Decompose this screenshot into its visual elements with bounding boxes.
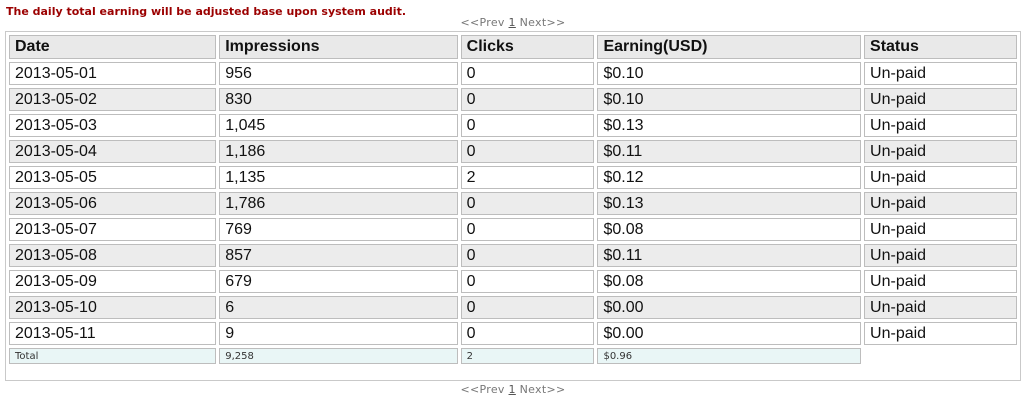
cell-clicks: 0 [460,270,595,293]
table-row: 2013-05-06 1,786 0 $0.13 Un-paid [9,192,1017,215]
cell-earning: $0.13 [597,192,862,215]
column-header-status: Status [864,35,1017,59]
cell-clicks: 0 [460,244,595,267]
cell-clicks: 2 [460,166,595,189]
prev-page-link[interactable]: <<Prev [461,383,505,396]
cell-clicks: 0 [460,88,595,111]
cell-impressions: 1,186 [219,140,458,163]
cell-date: 2013-05-04 [9,140,217,163]
cell-clicks: 0 [460,140,595,163]
cell-status: Un-paid [864,296,1017,319]
cell-earning: $0.08 [597,218,862,241]
cell-status: Un-paid [864,114,1017,137]
cell-clicks: 0 [460,322,595,345]
total-status-empty [864,348,1017,364]
cell-date: 2013-05-09 [9,270,217,293]
column-header-earning: Earning(USD) [597,35,862,59]
cell-date: 2013-05-07 [9,218,217,241]
cell-earning: $0.11 [597,244,862,267]
table-row: 2013-05-04 1,186 0 $0.11 Un-paid [9,140,1017,163]
cell-clicks: 0 [460,192,595,215]
cell-earning: $0.08 [597,270,862,293]
cell-status: Un-paid [864,244,1017,267]
total-clicks: 2 [460,348,595,364]
cell-impressions: 679 [219,270,458,293]
cell-impressions: 6 [219,296,458,319]
cell-earning: $0.10 [597,88,862,111]
pager-top: <<Prev 1 Next>> [0,16,1026,29]
cell-earning: $0.00 [597,322,862,345]
earnings-table-container: Date Impressions Clicks Earning(USD) Sta… [5,31,1021,381]
cell-status: Un-paid [864,270,1017,293]
cell-date: 2013-05-02 [9,88,217,111]
cell-status: Un-paid [864,166,1017,189]
page-number-link[interactable]: 1 [509,16,516,29]
cell-date: 2013-05-10 [9,296,217,319]
cell-status: Un-paid [864,192,1017,215]
cell-date: 2013-05-11 [9,322,217,345]
cell-impressions: 1,135 [219,166,458,189]
total-label: Total [9,348,217,364]
cell-status: Un-paid [864,88,1017,111]
total-impressions: 9,258 [219,348,458,364]
column-header-clicks: Clicks [460,35,595,59]
cell-impressions: 9 [219,322,458,345]
table-row: 2013-05-11 9 0 $0.00 Un-paid [9,322,1017,345]
cell-date: 2013-05-05 [9,166,217,189]
table-row: 2013-05-02 830 0 $0.10 Un-paid [9,88,1017,111]
cell-earning: $0.12 [597,166,862,189]
cell-date: 2013-05-01 [9,62,217,85]
cell-date: 2013-05-08 [9,244,217,267]
table-row: 2013-05-05 1,135 2 $0.12 Un-paid [9,166,1017,189]
column-header-impressions: Impressions [219,35,458,59]
total-earning: $0.96 [597,348,862,364]
next-page-link[interactable]: Next>> [520,16,566,29]
cell-impressions: 956 [219,62,458,85]
next-page-link[interactable]: Next>> [520,383,566,396]
table-row: 2013-05-07 769 0 $0.08 Un-paid [9,218,1017,241]
cell-clicks: 0 [460,218,595,241]
cell-impressions: 830 [219,88,458,111]
earnings-table: Date Impressions Clicks Earning(USD) Sta… [6,32,1020,367]
cell-earning: $0.10 [597,62,862,85]
table-row: 2013-05-10 6 0 $0.00 Un-paid [9,296,1017,319]
cell-status: Un-paid [864,62,1017,85]
total-row: Total 9,258 2 $0.96 [9,348,1017,364]
cell-earning: $0.13 [597,114,862,137]
page-number-link[interactable]: 1 [509,383,516,396]
cell-status: Un-paid [864,218,1017,241]
pager-bottom: <<Prev 1 Next>> [0,383,1026,396]
table-row: 2013-05-03 1,045 0 $0.13 Un-paid [9,114,1017,137]
prev-page-link[interactable]: <<Prev [461,16,505,29]
cell-clicks: 0 [460,62,595,85]
cell-impressions: 1,045 [219,114,458,137]
cell-status: Un-paid [864,322,1017,345]
table-row: 2013-05-01 956 0 $0.10 Un-paid [9,62,1017,85]
cell-date: 2013-05-06 [9,192,217,215]
cell-earning: $0.00 [597,296,862,319]
cell-impressions: 857 [219,244,458,267]
table-row: 2013-05-08 857 0 $0.11 Un-paid [9,244,1017,267]
cell-date: 2013-05-03 [9,114,217,137]
table-row: 2013-05-09 679 0 $0.08 Un-paid [9,270,1017,293]
cell-status: Un-paid [864,140,1017,163]
cell-impressions: 1,786 [219,192,458,215]
cell-clicks: 0 [460,296,595,319]
cell-earning: $0.11 [597,140,862,163]
table-header-row: Date Impressions Clicks Earning(USD) Sta… [9,35,1017,59]
column-header-date: Date [9,35,217,59]
cell-impressions: 769 [219,218,458,241]
cell-clicks: 0 [460,114,595,137]
